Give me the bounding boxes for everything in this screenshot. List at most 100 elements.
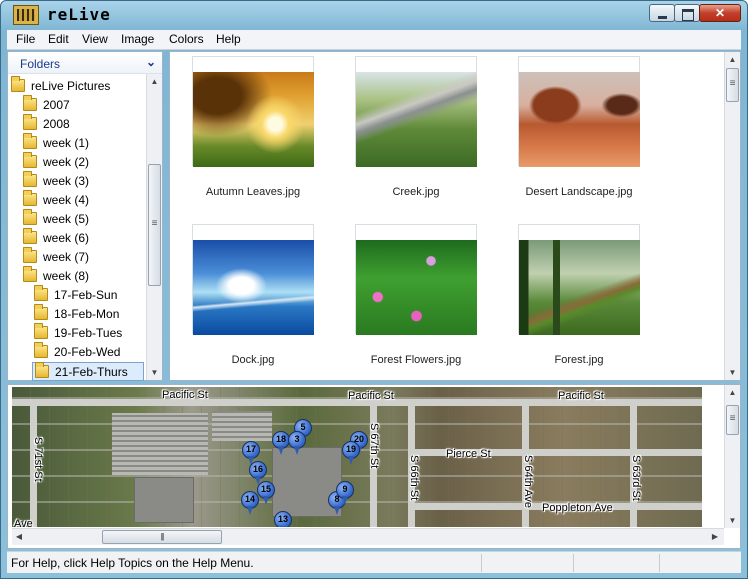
menu-help[interactable]: Help [216,32,241,46]
thumbnail-card[interactable]: Forest Flowers.jpg [355,224,477,394]
title-bar[interactable]: reLive [1,1,747,29]
menu-image[interactable]: Image [121,32,154,46]
thumbnail-image[interactable] [519,72,640,167]
folder-label: 2007 [43,98,70,112]
scroll-down-icon[interactable]: ▼ [725,365,740,380]
pin-label: 9 [342,484,348,494]
scroll-down-icon[interactable]: ▼ [147,365,162,380]
street-label: S 71st St [32,437,44,482]
thumbnail-frame [355,224,477,335]
scroll-up-icon[interactable]: ▲ [147,74,162,89]
pin-label: 3 [294,434,300,444]
close-button[interactable] [699,4,741,22]
status-divider [481,554,482,572]
thumbnail-card[interactable]: Dock.jpg [192,224,314,394]
thumbnail-frame [355,56,477,167]
thumbnail-card[interactable]: Forest.jpg [518,224,640,394]
folder-icon [23,190,37,206]
photo-pin[interactable]: 15 [257,481,275,505]
folder-icon [23,95,37,111]
street-label: Pacific St [162,389,208,401]
thumbnail-image[interactable] [356,72,477,167]
street-label: S 67th St [368,423,380,469]
thumbnail-caption: Forest.jpg [554,354,604,366]
folder-icon [34,323,48,339]
thumbnail-caption: Creek.jpg [392,186,440,198]
street-label: S 64th Ave [522,455,534,509]
street-label: Poppleton Ave [542,502,613,514]
parking-lot [212,411,272,441]
map-hscroll-thumb[interactable] [102,530,222,544]
street-label: S 63rd St [630,455,642,501]
photo-pin[interactable]: 13 [274,511,292,527]
folder-label: week (4) [43,193,90,207]
thumbnail-image[interactable] [193,240,314,335]
pin-label: 13 [277,514,288,524]
menu-view[interactable]: View [82,32,108,46]
photo-pin[interactable]: 16 [249,461,267,485]
minimize-button[interactable] [649,4,675,22]
folder-label: week (8) [43,269,90,283]
thumbnail-frame [192,224,314,335]
thumbnail-card[interactable]: Autumn Leaves.jpg [192,56,314,226]
building [134,477,194,523]
street-label: Pacific St [558,390,604,402]
film-strip-icon [13,5,39,25]
folder-header[interactable]: Folders ⌄ [8,52,162,74]
thumbnail-image[interactable] [519,240,640,335]
window-title: reLive [47,5,111,24]
folder-header-label: Folders [20,57,61,71]
satellite-map[interactable]: Pacific St Pacific St Pacific St Pierce … [12,387,702,527]
thumbnail-caption: Dock.jpg [231,354,275,366]
street-label: Pierce St [446,448,491,460]
scroll-down-icon[interactable]: ▼ [725,513,740,528]
parking-lot [112,413,208,475]
folder-label: week (6) [43,231,90,245]
thumbnail-scroll-thumb[interactable] [726,68,739,102]
folder-icon [23,266,37,282]
map-hscrollbar[interactable]: ◀ ▶ [12,528,724,545]
scroll-up-icon[interactable]: ▲ [725,385,740,400]
menu-colors[interactable]: Colors [169,32,204,46]
thumbnail-card[interactable]: Desert Landscape.jpg [518,56,640,226]
folder-label: 17-Feb-Sun [54,288,118,302]
folder-scroll-thumb[interactable] [148,164,161,286]
scroll-left-icon[interactable]: ◀ [12,529,26,544]
photo-pin[interactable]: 14 [241,491,259,515]
menu-edit[interactable]: Edit [48,32,69,46]
folder-label: week (1) [43,136,90,150]
folder-icon [34,304,48,320]
app-window: reLive File Edit View Image Colors Help … [0,0,748,579]
photo-pin[interactable]: 3 [288,431,306,455]
chevron-down-icon[interactable]: ⌄ [146,55,156,69]
scroll-right-icon[interactable]: ▶ [708,529,722,544]
pin-label: 16 [252,464,263,474]
status-bar: For Help, click Help Topics on the Help … [7,551,741,573]
thumbnail-scrollbar[interactable]: ▲ ▼ [724,52,740,380]
folder-label: 19-Feb-Tues [54,326,123,340]
thumbnail-card[interactable]: Creek.jpg [355,56,477,226]
maximize-button[interactable] [674,4,700,22]
folder-label: week (3) [43,174,90,188]
menu-bar: File Edit View Image Colors Help [7,30,741,50]
map-vscrollbar[interactable]: ▲ ▼ [724,385,740,528]
status-divider [573,554,574,572]
photo-pin[interactable]: 9 [336,481,354,505]
photo-pin[interactable]: 17 [242,441,260,465]
folder-icon [23,114,37,130]
pin-label: 15 [260,484,271,494]
folder-icon [35,362,49,378]
map-vscroll-thumb[interactable] [726,405,739,435]
folder-label: 21-Feb-Thurs [55,365,128,379]
folder-icon [23,152,37,168]
thumbnail-frame [518,56,640,167]
thumbnail-image[interactable] [193,72,314,167]
folder-item[interactable]: 21-Feb-Thurs [32,362,144,381]
folder-scrollbar[interactable]: ▲ ▼ [146,74,162,380]
menu-file[interactable]: File [16,32,35,46]
folder-icon [23,171,37,187]
thumbnail-image[interactable] [356,240,477,335]
scroll-up-icon[interactable]: ▲ [725,52,740,67]
photo-pin[interactable]: 19 [342,441,360,465]
folder-icon [34,285,48,301]
